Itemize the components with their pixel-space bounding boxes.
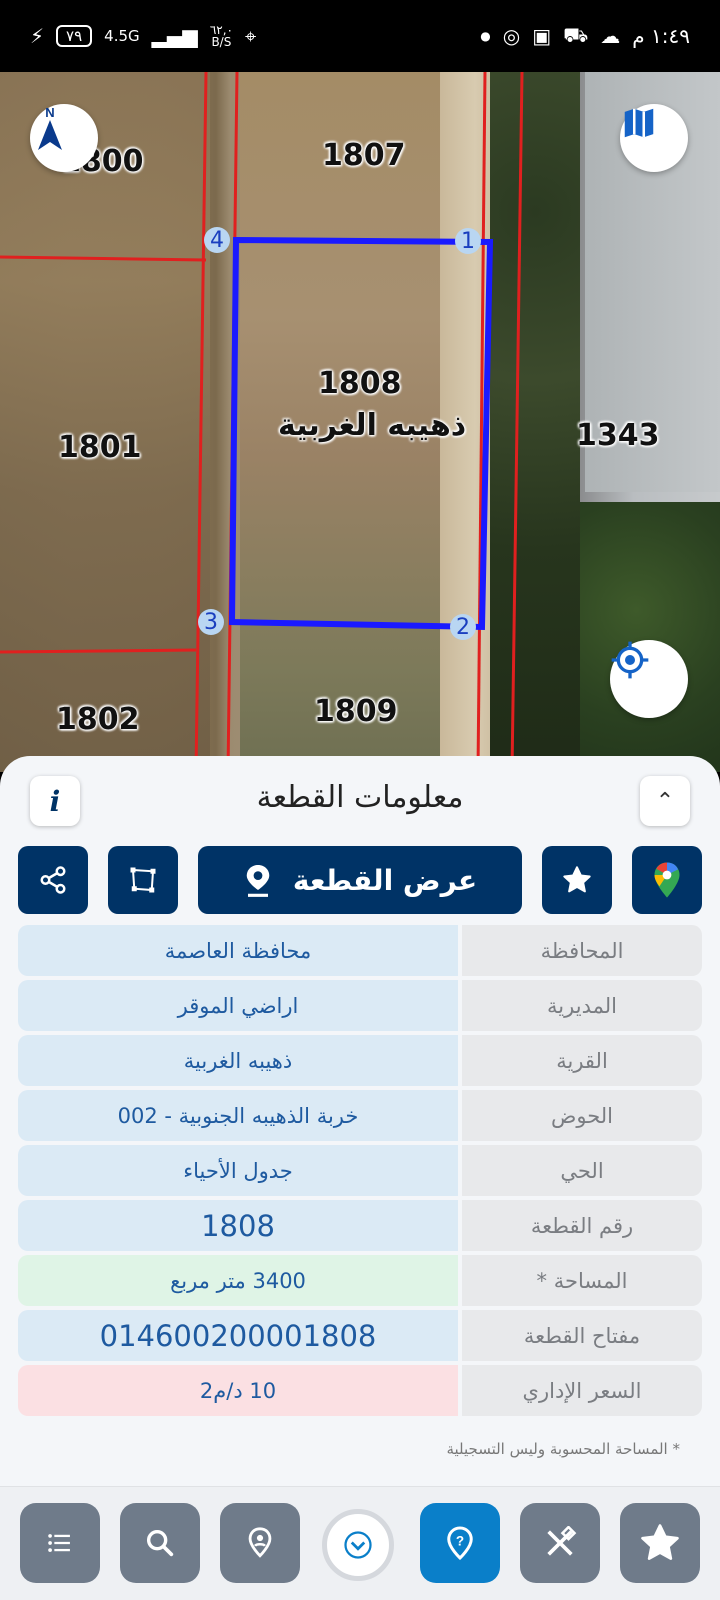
network-speed: ٦٢,٠ B/S	[210, 24, 233, 48]
tools-button[interactable]	[520, 1503, 600, 1583]
status-left: ⚡ ٧٩ 4.5G ▂▄▆ ٦٢,٠ B/S ⌖	[30, 24, 256, 48]
footnote: * المساحة المحسوبة وليس التسجيلية	[446, 1440, 680, 1458]
parcel-label: 1807	[322, 138, 406, 173]
parcel-label: 1801	[58, 430, 142, 465]
whatsapp-icon: ◎	[502, 24, 521, 48]
vertex-marker: 1	[455, 228, 481, 254]
boundary-line	[0, 648, 197, 654]
vertex-marker: 3	[198, 609, 224, 635]
clock: ١:٤٩ م	[632, 24, 690, 48]
info-row: خربة الذهيبه الجنوبية - 002 الحوض	[18, 1090, 702, 1141]
info-row: جدول الأحياء الحي	[18, 1145, 702, 1196]
info-value: 014600200001808	[18, 1310, 458, 1361]
info-label: الحوض	[462, 1090, 702, 1141]
info-row: اراضي الموقر المديرية	[18, 980, 702, 1031]
sheet-title: معلومات القطعة	[256, 780, 464, 815]
car-icon: ⛟	[563, 22, 589, 47]
info-value: اراضي الموقر	[18, 980, 458, 1031]
vertex-marker: 2	[450, 614, 476, 640]
map-icon	[624, 108, 654, 138]
star-icon	[641, 1524, 679, 1560]
notification-icon: ▣	[532, 24, 552, 48]
info-label: رقم القطعة	[462, 1200, 702, 1251]
info-row: 014600200001808 مفتاح القطعة	[18, 1310, 702, 1361]
svg-text:N: N	[45, 105, 54, 120]
info-label: المديرية	[462, 980, 702, 1031]
compass-button[interactable]: N	[30, 104, 98, 172]
expand-toolbar-button[interactable]	[322, 1509, 394, 1581]
map-layers-button[interactable]	[620, 104, 688, 172]
charging-icon: ⚡	[30, 24, 45, 48]
status-right: ● ◎ ▣ ⛟ ☁ ١:٤٩ م	[480, 23, 690, 50]
speed-unit: B/S	[211, 35, 232, 49]
share-icon	[40, 866, 66, 894]
status-bar: ⚡ ٧٩ 4.5G ▂▄▆ ٦٢,٠ B/S ⌖ ● ◎ ▣ ⛟ ☁ ١:٤٩ …	[0, 0, 720, 72]
info-value: 3400 متر مربع	[18, 1255, 458, 1306]
boundary-line	[510, 72, 524, 772]
signal-icon: ▂▄▆	[151, 24, 198, 48]
favorites-tab-button[interactable]	[620, 1503, 700, 1583]
parcel-label: 1802	[56, 702, 140, 737]
map-pin-icon	[246, 865, 270, 897]
my-location-button[interactable]	[610, 640, 688, 718]
list-button[interactable]	[20, 1503, 100, 1583]
chevron-up-icon: ⌃	[655, 788, 675, 814]
search-button[interactable]	[120, 1503, 200, 1583]
info-label: المساحة *	[462, 1255, 702, 1306]
info-value: 10 د/م2	[18, 1365, 458, 1416]
bottom-toolbar: ?	[0, 1486, 720, 1600]
show-parcel-label: عرض القطعة	[292, 863, 478, 897]
place-marker-button[interactable]	[220, 1503, 300, 1583]
info-label: المحافظة	[462, 925, 702, 976]
info-value: ذهيبه الغربية	[18, 1035, 458, 1086]
info-row: 10 د/م2 السعر الإداري	[18, 1365, 702, 1416]
selected-parcel-number: 1808	[318, 366, 402, 401]
info-value: محافظة العاصمة	[18, 925, 458, 976]
info-row: محافظة العاصمة المحافظة	[18, 925, 702, 976]
list-icon	[48, 1534, 70, 1552]
question-pin-icon: ?	[447, 1526, 473, 1561]
draw-polygon-button[interactable]	[108, 846, 178, 914]
boundary-line	[0, 255, 207, 262]
info-label: الحي	[462, 1145, 702, 1196]
info-row: 3400 متر مربع المساحة *	[18, 1255, 702, 1306]
dot-icon: ●	[480, 29, 491, 43]
battery-indicator: ٧٩	[56, 25, 93, 47]
google-maps-button[interactable]	[632, 846, 702, 914]
compass-icon: N	[38, 105, 62, 150]
info-label: السعر الإداري	[462, 1365, 702, 1416]
google-maps-icon	[654, 862, 680, 898]
help-location-button[interactable]: ?	[420, 1503, 500, 1583]
show-parcel-button[interactable]: عرض القطعة	[198, 846, 522, 914]
parcel-info-table: محافظة العاصمة المحافظة اراضي الموقر المدير…	[18, 925, 702, 1420]
info-value: خربة الذهيبه الجنوبية - 002	[18, 1090, 458, 1141]
parcel-label: 1809	[314, 694, 398, 729]
vertex-marker: 4	[204, 227, 230, 253]
crosshair-icon	[611, 641, 649, 679]
parcel-label: 1343	[576, 418, 660, 453]
location-icon: ⌖	[244, 24, 257, 48]
info-row: ذهيبه الغربية القرية	[18, 1035, 702, 1086]
share-button[interactable]	[18, 846, 88, 914]
map-view[interactable]: 1 2 3 4 1800 1807 1801 1343 1802 1809 18…	[0, 72, 720, 772]
message-icon: ☁	[600, 24, 621, 48]
collapse-button[interactable]: ⌃	[640, 776, 690, 826]
tools-icon	[547, 1526, 577, 1556]
location-pin-icon	[248, 1527, 272, 1558]
favorite-button[interactable]	[542, 846, 612, 914]
info-label: القرية	[462, 1035, 702, 1086]
info-label: مفتاح القطعة	[462, 1310, 702, 1361]
selected-parcel-village: ذهيبه الغربية	[278, 408, 467, 443]
polygon-icon	[130, 867, 156, 893]
svg-text:?: ?	[456, 1533, 464, 1548]
info-value: جدول الأحياء	[18, 1145, 458, 1196]
network-type: 4.5G	[104, 27, 140, 45]
search-icon	[146, 1529, 174, 1557]
boundary-line	[194, 72, 208, 772]
chevron-down-icon	[344, 1531, 372, 1559]
star-icon	[563, 866, 591, 893]
info-value: 1808	[18, 1200, 458, 1251]
info-row: 1808 رقم القطعة	[18, 1200, 702, 1251]
